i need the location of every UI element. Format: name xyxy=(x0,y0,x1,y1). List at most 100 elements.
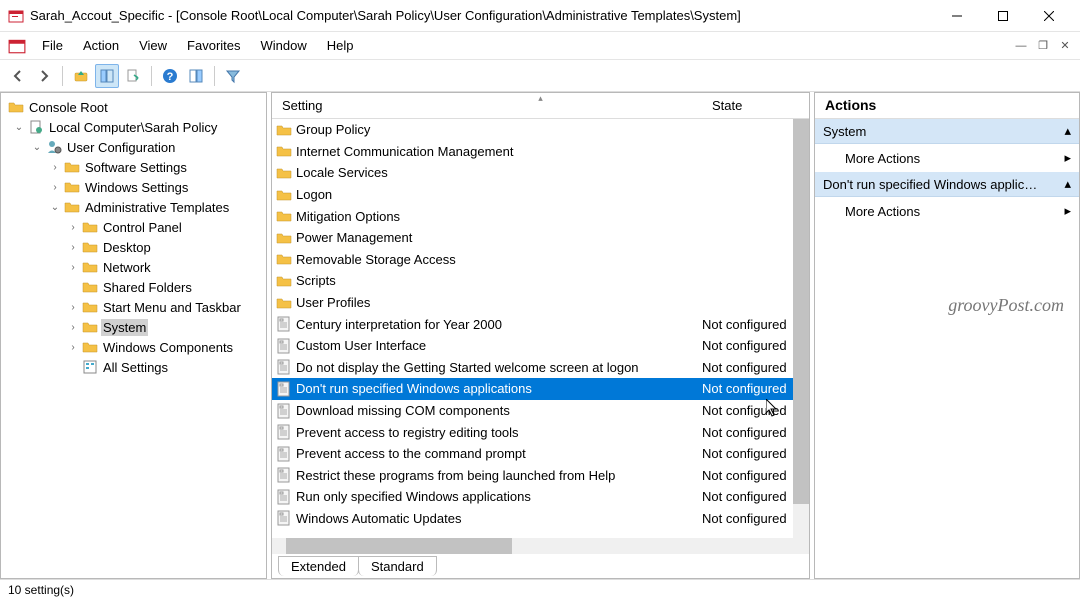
folder-icon xyxy=(82,239,98,255)
scrollbar-thumb[interactable] xyxy=(286,538,512,554)
help-button[interactable]: ? xyxy=(158,64,182,88)
tab-standard[interactable]: Standard xyxy=(358,556,437,576)
mdi-restore-icon[interactable]: ❐ xyxy=(1034,37,1052,55)
chevron-down-icon[interactable]: ⌄ xyxy=(31,141,43,153)
list-row[interactable]: Century interpretation for Year 2000Not … xyxy=(272,313,809,335)
close-button[interactable] xyxy=(1026,0,1072,32)
list-row[interactable]: Download missing COM componentsNot confi… xyxy=(272,400,809,422)
chevron-right-icon[interactable]: › xyxy=(67,321,79,333)
list-row[interactable]: Do not display the Getting Started welco… xyxy=(272,357,809,379)
row-name: Century interpretation for Year 2000 xyxy=(296,317,702,332)
window-title: Sarah_Accout_Specific - [Console Root\Lo… xyxy=(30,8,934,23)
tree-console-root[interactable]: Console Root xyxy=(1,97,266,117)
action-group-system[interactable]: System ▴ xyxy=(815,119,1079,144)
menu-window[interactable]: Window xyxy=(251,34,317,57)
chevron-right-icon[interactable]: › xyxy=(67,221,79,233)
tree-start-menu[interactable]: › Start Menu and Taskbar xyxy=(1,297,266,317)
minimize-button[interactable] xyxy=(934,0,980,32)
folder-icon xyxy=(276,295,292,311)
menu-view[interactable]: View xyxy=(129,34,177,57)
menu-action[interactable]: Action xyxy=(73,34,129,57)
row-name: Do not display the Getting Started welco… xyxy=(296,360,702,375)
action-more-selected[interactable]: More Actions ▸ xyxy=(815,197,1079,225)
policy-object-icon xyxy=(28,119,44,135)
tree-software-settings[interactable]: › Software Settings xyxy=(1,157,266,177)
list-row[interactable]: Restrict these programs from being launc… xyxy=(272,465,809,487)
menu-help[interactable]: Help xyxy=(317,34,364,57)
folder-icon xyxy=(82,219,98,235)
row-name: Download missing COM components xyxy=(296,403,702,418)
tab-extended[interactable]: Extended xyxy=(278,556,359,576)
forward-button[interactable] xyxy=(32,64,56,88)
list-row[interactable]: Windows Automatic UpdatesNot configured xyxy=(272,508,809,530)
list-row[interactable]: Logon xyxy=(272,184,809,206)
list-row[interactable]: Run only specified Windows applicationsN… xyxy=(272,486,809,508)
list-row[interactable]: Scripts xyxy=(272,270,809,292)
row-name: Restrict these programs from being launc… xyxy=(296,468,702,483)
list-row[interactable]: User Profiles xyxy=(272,292,809,314)
list-row[interactable]: Locale Services xyxy=(272,162,809,184)
tree-pane[interactable]: Console Root ⌄ Local Computer\Sarah Poli… xyxy=(0,92,267,579)
mdi-minimize-icon[interactable]: — xyxy=(1012,37,1030,55)
chevron-right-icon[interactable]: › xyxy=(67,301,79,313)
list-row[interactable]: Prevent access to registry editing tools… xyxy=(272,421,809,443)
folder-icon xyxy=(82,339,98,355)
policy-icon xyxy=(276,381,292,397)
list-body[interactable]: Group PolicyInternet Communication Manag… xyxy=(272,119,809,538)
filter-button[interactable] xyxy=(221,64,245,88)
tree-user-config[interactable]: ⌄ User Configuration xyxy=(1,137,266,157)
tree-windows-settings[interactable]: › Windows Settings xyxy=(1,177,266,197)
up-button[interactable] xyxy=(69,64,93,88)
folder-icon xyxy=(276,251,292,267)
scrollbar-thumb[interactable] xyxy=(793,119,809,504)
menu-file[interactable]: File xyxy=(32,34,73,57)
list-row[interactable]: Prevent access to the command promptNot … xyxy=(272,443,809,465)
chevron-right-icon[interactable]: › xyxy=(49,161,61,173)
all-settings-icon xyxy=(82,359,98,375)
column-state[interactable]: State xyxy=(702,94,809,117)
menu-favorites[interactable]: Favorites xyxy=(177,34,250,57)
list-row[interactable]: Don't run specified Windows applications… xyxy=(272,378,809,400)
action-more-system[interactable]: More Actions ▸ xyxy=(815,144,1079,172)
policy-icon xyxy=(276,446,292,462)
folder-icon xyxy=(82,319,98,335)
mdi-close-icon[interactable]: ✕ xyxy=(1056,37,1074,55)
chevron-down-icon[interactable]: ⌄ xyxy=(49,201,61,213)
column-setting[interactable]: Setting xyxy=(272,94,702,117)
export-button[interactable] xyxy=(121,64,145,88)
list-row[interactable]: Mitigation Options xyxy=(272,205,809,227)
tree-all-settings[interactable]: All Settings xyxy=(1,357,266,377)
chevron-right-icon[interactable]: › xyxy=(67,341,79,353)
folder-icon xyxy=(276,187,292,203)
vertical-scrollbar[interactable] xyxy=(793,119,809,538)
back-button[interactable] xyxy=(6,64,30,88)
tree-admin-templates[interactable]: ⌄ Administrative Templates xyxy=(1,197,266,217)
list-header: Setting ▴ State xyxy=(272,93,809,119)
chevron-down-icon[interactable]: ⌄ xyxy=(13,121,25,133)
list-row[interactable]: Group Policy xyxy=(272,119,809,141)
tree-desktop[interactable]: › Desktop xyxy=(1,237,266,257)
row-name: Don't run specified Windows applications xyxy=(296,381,702,396)
action-group-selected[interactable]: Don't run specified Windows applicat... … xyxy=(815,172,1079,197)
show-actions-button[interactable] xyxy=(184,64,208,88)
tree-network[interactable]: › Network xyxy=(1,257,266,277)
horizontal-scrollbar[interactable] xyxy=(272,538,809,554)
list-row[interactable]: Removable Storage Access xyxy=(272,249,809,271)
chevron-right-icon[interactable]: › xyxy=(49,181,61,193)
chevron-right-icon[interactable]: › xyxy=(67,241,79,253)
tree-local-policy[interactable]: ⌄ Local Computer\Sarah Policy xyxy=(1,117,266,137)
chevron-up-icon: ▴ xyxy=(1064,123,1071,139)
list-row[interactable]: Internet Communication Management xyxy=(272,141,809,163)
tree-control-panel[interactable]: › Control Panel xyxy=(1,217,266,237)
chevron-right-icon[interactable]: › xyxy=(67,261,79,273)
row-name: Locale Services xyxy=(296,165,702,180)
policy-icon xyxy=(276,316,292,332)
maximize-button[interactable] xyxy=(980,0,1026,32)
tree-shared-folders[interactable]: Shared Folders xyxy=(1,277,266,297)
list-row[interactable]: Power Management xyxy=(272,227,809,249)
tree-windows-components[interactable]: › Windows Components xyxy=(1,337,266,357)
list-row[interactable]: Custom User InterfaceNot configured xyxy=(272,335,809,357)
show-tree-button[interactable] xyxy=(95,64,119,88)
tree-system[interactable]: › System xyxy=(1,317,266,337)
folder-icon xyxy=(276,143,292,159)
